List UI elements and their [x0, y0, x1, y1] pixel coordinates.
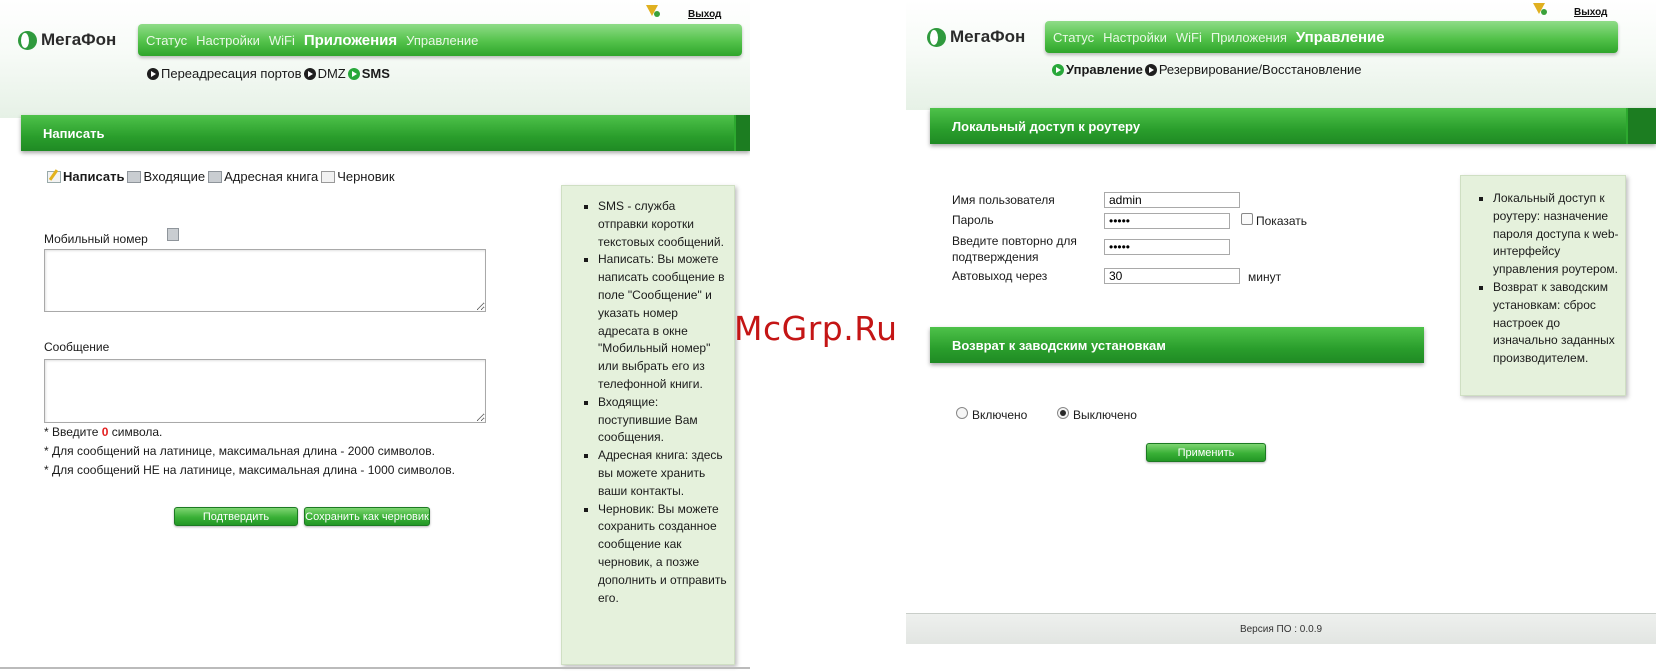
nav-management[interactable]: Управление	[1296, 29, 1385, 46]
username-label: Имя пользователя	[952, 193, 1055, 207]
reset-off-label: Выключено	[1073, 408, 1137, 422]
help-item: Возврат к заводским установкам: сброс на…	[1493, 279, 1621, 368]
char-counter-note: * Введите 0 символа.	[44, 425, 163, 439]
nav-apps[interactable]: Приложения	[1211, 30, 1287, 45]
apply-button[interactable]: Применить	[1146, 443, 1266, 462]
exit-link[interactable]: Выход	[688, 9, 721, 20]
arrow-icon	[1052, 63, 1064, 76]
inbox-icon	[127, 170, 142, 183]
reset-on-radio[interactable]	[956, 407, 968, 419]
subnav-backup-restore[interactable]: Резервирование/Восстановление	[1159, 62, 1362, 77]
section-title: Возврат к заводским установкам	[952, 337, 1166, 353]
megafon-logo: МегаФон	[927, 27, 1025, 47]
nav-settings[interactable]: Настройки	[196, 33, 260, 48]
username-input[interactable]	[1104, 192, 1240, 208]
megafon-logo-icon	[18, 30, 37, 50]
drafts-icon	[321, 170, 336, 183]
megafon-logo-icon	[927, 27, 946, 47]
arrow-icon	[1144, 63, 1157, 76]
nav-settings[interactable]: Настройки	[1103, 30, 1167, 45]
confirm-password-input[interactable]	[1104, 239, 1230, 255]
latin-limit-note: * Для сообщений на латинице, максимальна…	[44, 444, 435, 458]
watermark: McGrp.Ru	[734, 309, 898, 348]
footer: Версия ПО : 0.0.9	[906, 613, 1656, 644]
compose-icon	[47, 170, 61, 183]
password-label: Пароль	[952, 213, 994, 227]
help-item: Написать: Вы можете написать сообщение в…	[598, 251, 728, 393]
message-input[interactable]	[44, 359, 486, 423]
header-background	[0, 0, 750, 118]
megafon-logo: МегаФон	[18, 30, 116, 50]
left-screen: Выход МегаФон Статус Настройки WiFi Прил…	[0, 0, 750, 671]
help-box: Локальный доступ к роутеру: назначение п…	[1460, 175, 1626, 396]
arrow-icon	[347, 67, 360, 80]
sms-tabs: Написать Входящие Адресная книга Чернови…	[47, 169, 395, 184]
password-input[interactable]	[1104, 213, 1230, 229]
help-box: SMS - служба отправки коротки текстовых …	[561, 185, 735, 665]
bottom-divider	[0, 667, 750, 669]
autologout-label: Автовыход через	[952, 269, 1048, 283]
section-header: Написать	[21, 115, 750, 151]
subnav-management[interactable]: Управление	[1066, 62, 1143, 77]
confirm-password-label: Введите повторно для подтверждения	[952, 234, 1077, 264]
filter-icon[interactable]	[1533, 3, 1545, 14]
tab-inbox-label: Входящие	[143, 169, 206, 184]
subnav-port-forwarding[interactable]: Переадресация портов	[161, 66, 302, 81]
sub-nav: Управление Резервирование/Восстановление	[1052, 62, 1364, 77]
tab-compose-label: Написать	[63, 169, 125, 184]
section-header-factory-reset: Возврат к заводским установкам	[930, 327, 1424, 363]
filter-icon[interactable]	[646, 5, 658, 16]
nav-wifi[interactable]: WiFi	[1176, 30, 1202, 45]
arrow-icon	[147, 67, 159, 80]
help-item: Черновик: Вы можете сохранить созданное …	[598, 501, 728, 608]
mobile-number-label: Мобильный номер	[44, 232, 148, 246]
tab-drafts-label: Черновик	[337, 169, 395, 184]
help-item: Входящие: поступившие Вам сообщения.	[598, 394, 728, 447]
message-label: Сообщение	[44, 340, 110, 354]
right-screen: Выход МегаФон Статус Настройки WiFi Прил…	[906, 0, 1656, 671]
subnav-sms[interactable]: SMS	[362, 66, 390, 81]
confirm-button[interactable]: Подтвердить	[174, 507, 298, 526]
tab-compose[interactable]: Написать	[47, 169, 124, 184]
non-latin-limit-note: * Для сообщений НЕ на латинице, максимал…	[44, 463, 455, 477]
arrow-icon	[303, 67, 316, 80]
firmware-version: Версия ПО : 0.0.9	[1239, 623, 1323, 635]
help-item: SMS - служба отправки коротки текстовых …	[598, 198, 728, 251]
reset-off-radio[interactable]	[1057, 407, 1069, 419]
phonebook-icon[interactable]	[167, 228, 179, 241]
tab-address-book-label: Адресная книга	[224, 169, 319, 184]
section-title: Написать	[43, 125, 105, 141]
nav-management[interactable]: Управление	[406, 33, 478, 48]
mobile-number-input[interactable]	[44, 249, 486, 312]
nav-wifi[interactable]: WiFi	[269, 33, 295, 48]
nav-status[interactable]: Статус	[1053, 30, 1094, 45]
tab-inbox[interactable]: Входящие	[127, 169, 205, 184]
nav-apps[interactable]: Приложения	[304, 32, 397, 49]
autologout-input[interactable]	[1104, 268, 1240, 284]
main-nav: Статус Настройки WiFi Приложения Управле…	[1045, 21, 1618, 53]
nav-status[interactable]: Статус	[146, 33, 187, 48]
main-nav: Статус Настройки WiFi Приложения Управле…	[138, 24, 742, 56]
help-item: Локальный доступ к роутеру: назначение п…	[1493, 190, 1621, 279]
subnav-dmz[interactable]: DMZ	[318, 66, 346, 81]
address-book-icon	[208, 170, 223, 183]
section-header-local-access: Локальный доступ к роутеру	[930, 108, 1656, 144]
sub-nav: Переадресация портов DMZ SMS	[147, 66, 392, 81]
tab-address-book[interactable]: Адресная книга	[208, 169, 318, 184]
show-password-label: Показать	[1256, 214, 1308, 228]
exit-link[interactable]: Выход	[1574, 7, 1607, 18]
tab-drafts[interactable]: Черновик	[321, 169, 395, 184]
reset-on-label: Включено	[972, 408, 1028, 422]
show-password-checkbox[interactable]	[1241, 213, 1253, 225]
autologout-unit: минут	[1248, 270, 1282, 284]
help-item: Адресная книга: здесь вы можете хранить …	[598, 447, 728, 500]
save-draft-button[interactable]: Сохранить как черновик	[304, 507, 430, 526]
section-title: Локальный доступ к роутеру	[952, 118, 1141, 134]
logo-text: МегаФон	[950, 27, 1026, 46]
logo-text: МегаФон	[41, 30, 117, 49]
header-background	[906, 0, 1656, 110]
